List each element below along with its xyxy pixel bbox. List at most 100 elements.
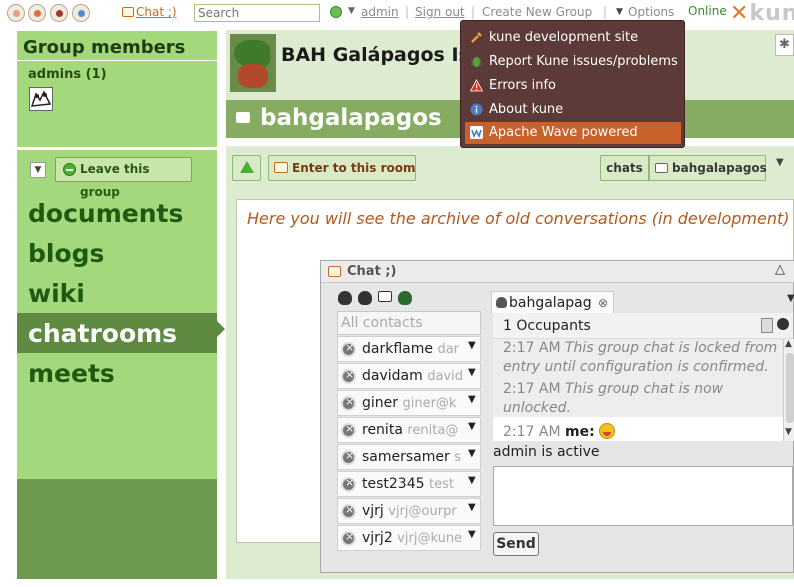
contacts-icon[interactable]: [358, 291, 372, 305]
chevron-down-icon[interactable]: ▼: [468, 394, 476, 405]
tab-room-label: bahgalapag: [509, 295, 592, 311]
tool-wiki[interactable]: wiki: [28, 279, 85, 308]
scrollbar-thumb[interactable]: [786, 353, 794, 423]
send-button[interactable]: Send: [493, 532, 539, 556]
contact-label: samersamer s: [362, 449, 461, 465]
contact-name: samersamer: [362, 449, 450, 465]
contact-row[interactable]: darkflame dar ▼: [337, 336, 481, 362]
menu-item-apache-wave[interactable]: Apache Wave powered: [465, 122, 681, 144]
contact-row[interactable]: vjrj2 vjrj@kune ▼: [337, 525, 481, 551]
menu-item-about[interactable]: About kune: [465, 99, 681, 121]
chat-title-bar[interactable]: Chat ;) △: [321, 261, 794, 283]
options-chevron-icon[interactable]: ▼: [616, 7, 623, 17]
avatar[interactable]: [29, 87, 53, 111]
search-input[interactable]: [194, 4, 320, 22]
chevron-down-icon[interactable]: ▼: [468, 502, 476, 513]
chevron-down-icon[interactable]: ▼: [787, 293, 794, 304]
chevron-down-icon[interactable]: ▼: [348, 6, 355, 16]
message-time: 2:17 AM: [503, 424, 561, 440]
message-input[interactable]: [493, 466, 793, 526]
members-dropdown[interactable]: ▼: [30, 162, 46, 178]
new-chat-icon[interactable]: [378, 291, 392, 302]
tool-documents[interactable]: documents: [28, 199, 183, 228]
contact-row[interactable]: renita renita@ ▼: [337, 417, 481, 443]
tool-chatrooms[interactable]: chatrooms: [28, 319, 177, 348]
options-link[interactable]: Options: [628, 5, 674, 19]
selection-arrow: [217, 321, 225, 337]
contact-row[interactable]: vjrj vjrj@ourpr ▼: [337, 498, 481, 524]
offline-status-icon: [341, 530, 356, 546]
contact-jid: giner@k: [402, 396, 457, 411]
contacts-filter[interactable]: All contacts: [337, 311, 481, 335]
groups-icon[interactable]: [50, 4, 68, 22]
contact-jid: renita@: [407, 423, 459, 438]
enter-room-button[interactable]: Enter to this room: [268, 155, 416, 181]
bug-icon: [470, 57, 483, 67]
chevron-down-icon[interactable]: ▼: [468, 529, 476, 540]
clipboard-icon[interactable]: [761, 318, 773, 333]
wrench-icon: [471, 32, 482, 43]
chat-title: Chat ;): [347, 264, 397, 279]
message: 2:17 AM This group chat is locked from e…: [503, 339, 783, 377]
group-title[interactable]: BAH Galápagos Is: [281, 44, 470, 66]
message: 2:17 AM me:: [503, 423, 783, 441]
menu-item-dev-site[interactable]: kune development site: [465, 27, 681, 49]
divider: [17, 147, 217, 150]
signout-link[interactable]: Sign out: [415, 5, 465, 19]
separator: |: [405, 5, 410, 19]
message-scrollbar[interactable]: ▲ ▼: [783, 339, 794, 441]
enter-room-label: Enter to this room: [292, 161, 416, 175]
chat-link[interactable]: Chat ;): [122, 5, 177, 19]
globe-icon[interactable]: [72, 4, 90, 22]
tool-meets[interactable]: meets: [28, 359, 115, 388]
contact-jid: s: [454, 450, 461, 465]
chat-status: admin is active: [493, 444, 600, 460]
contact-label: renita renita@: [362, 422, 458, 438]
contact-jid: david: [427, 369, 462, 384]
menu-item-errors-info[interactable]: Errors info: [465, 75, 681, 97]
contact-jid: dar: [437, 342, 460, 357]
tool-blogs[interactable]: blogs: [28, 239, 104, 268]
tab-room[interactable]: bahgalapag ⊗: [491, 291, 614, 313]
inbox-icon[interactable]: [28, 4, 46, 22]
chevron-down-icon[interactable]: ▼: [468, 475, 476, 486]
breadcrumb-room[interactable]: bahgalapagos: [649, 155, 767, 181]
chevron-down-icon[interactable]: ▼: [468, 367, 476, 378]
menu-item-report-issues[interactable]: Report Kune issues/problems: [465, 51, 681, 73]
contact-row[interactable]: test2345 test ▼: [337, 471, 481, 497]
chevron-down-icon[interactable]: ▼: [468, 421, 476, 432]
offline-status-icon: [341, 422, 356, 438]
user-link[interactable]: admin: [361, 5, 399, 19]
warning-icon: [470, 79, 483, 92]
separator: |: [471, 5, 476, 19]
invite-user-icon[interactable]: [777, 318, 789, 330]
breadcrumb-chats[interactable]: chats: [600, 155, 649, 181]
chat-bubble-icon: [236, 112, 250, 123]
presence-status-icon[interactable]: [330, 6, 342, 18]
close-icon[interactable]: ⊗: [598, 292, 608, 314]
contact-row[interactable]: samersamer s ▼: [337, 444, 481, 470]
leave-group-label: Leave this group: [80, 162, 150, 199]
chevron-up-icon[interactable]: ▲: [785, 339, 792, 349]
menu-item-label: kune development site: [489, 30, 639, 45]
contact-label: giner giner@k: [362, 395, 456, 411]
chevron-down-icon[interactable]: ▼: [468, 340, 476, 351]
chevron-down-icon[interactable]: ▼: [468, 448, 476, 459]
logo-text: kun: [749, 1, 794, 26]
go-up-button[interactable]: [232, 155, 261, 181]
create-group-link[interactable]: Create New Group: [482, 5, 592, 19]
sidebar-title: Group members: [23, 37, 186, 58]
online-status: Online: [688, 4, 727, 18]
chat-window[interactable]: Chat ;) △ All contacts darkflame dar ▼ d…: [320, 260, 794, 573]
contact-row[interactable]: giner giner@k ▼: [337, 390, 481, 416]
leave-group-button[interactable]: Leave this group: [55, 157, 192, 199]
chevron-down-icon[interactable]: ▼: [785, 427, 792, 437]
gear-icon[interactable]: ✱: [775, 34, 794, 56]
home-icon[interactable]: [7, 4, 25, 22]
add-contact-icon[interactable]: [338, 291, 352, 305]
group-chat-icon[interactable]: [398, 291, 412, 305]
chevron-down-icon[interactable]: ▼: [776, 157, 784, 168]
sidebar: Group members admins (1) ▼ Leave this gr…: [17, 31, 225, 579]
collapse-icon[interactable]: △: [775, 262, 785, 277]
contact-row[interactable]: davidam david ▼: [337, 363, 481, 389]
